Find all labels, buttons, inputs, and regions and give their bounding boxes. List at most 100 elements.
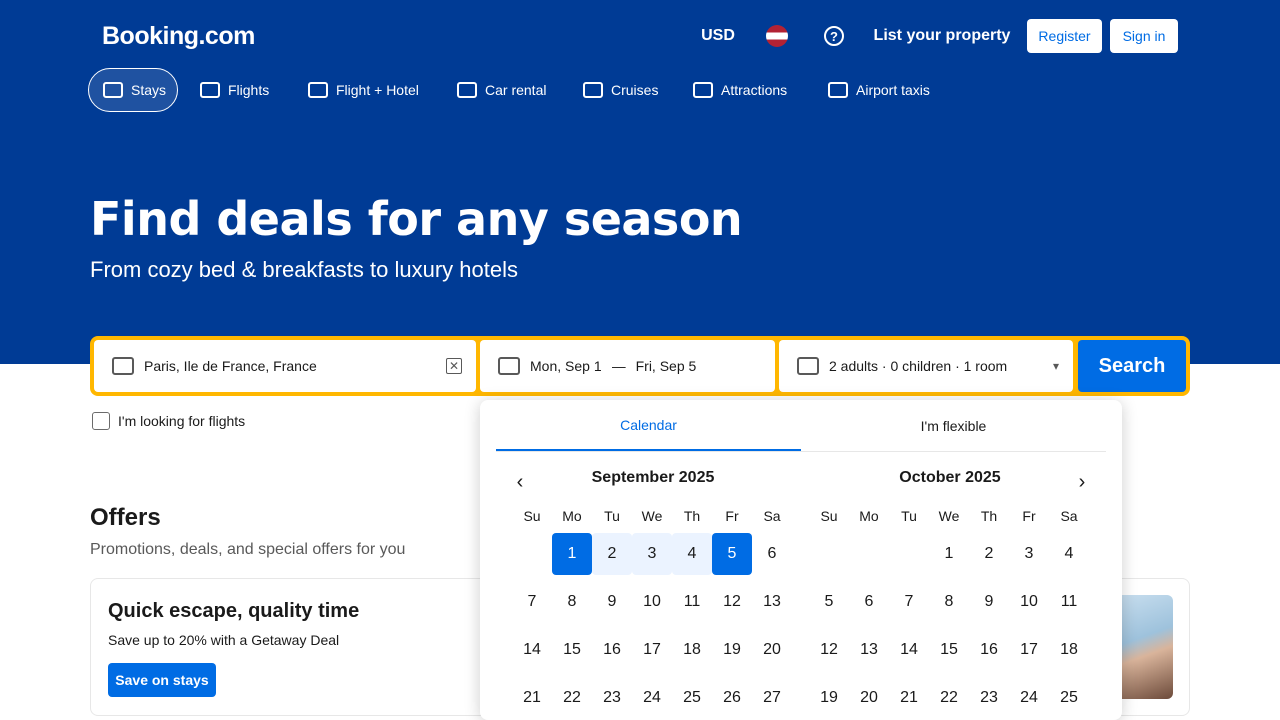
day-cell[interactable]: 22 [929, 677, 969, 719]
tab-flexible[interactable]: I'm flexible [801, 400, 1106, 451]
day-cell[interactable]: 21 [512, 677, 552, 719]
day-cell[interactable]: 1 [552, 533, 592, 575]
day-cell[interactable]: 7 [889, 581, 929, 623]
nav-car-rental[interactable]: Car rental [443, 68, 561, 112]
day-cell[interactable]: 3 [632, 533, 672, 575]
weekday-header: Su Mo Tu We Th Fr Sa [512, 508, 794, 524]
day-cell[interactable]: 13 [752, 581, 792, 623]
nav-cruises[interactable]: Cruises [569, 68, 671, 112]
tab-calendar[interactable]: Calendar [496, 400, 801, 451]
day-cell[interactable]: 22 [552, 677, 592, 719]
nav-airport-taxis[interactable]: Airport taxis [814, 68, 946, 112]
day-cell[interactable]: 14 [512, 629, 552, 671]
offers-subtitle: Promotions, deals, and special offers fo… [90, 541, 406, 558]
day-cell[interactable]: 5 [712, 533, 752, 575]
day-cell[interactable]: 15 [929, 629, 969, 671]
weekday-label: Su [820, 508, 838, 524]
day-cell[interactable]: 17 [632, 629, 672, 671]
clear-destination-icon[interactable]: ✕ [446, 358, 462, 374]
search-button-label: Search [1098, 354, 1166, 377]
day-cell[interactable]: 16 [592, 629, 632, 671]
day-cell[interactable]: 24 [632, 677, 672, 719]
day-cell[interactable]: 2 [592, 533, 632, 575]
weekday-label: Su [523, 508, 541, 524]
day-cell[interactable]: 19 [809, 677, 849, 719]
month-september: September 2025 Su Mo Tu We Th Fr Sa 1234567891… [512, 464, 794, 720]
day-cell[interactable]: 14 [889, 629, 929, 671]
day-cell[interactable]: 7 [512, 581, 552, 623]
register-button[interactable]: Register [1027, 19, 1102, 53]
day-cell[interactable]: 13 [849, 629, 889, 671]
destination-input[interactable]: Paris, Ile de France, France [144, 358, 317, 374]
nav-attractions[interactable]: Attractions [679, 68, 805, 112]
occupancy-field[interactable]: 2 adults · 0 children · 1 room ▾ [779, 340, 1073, 392]
day-cell[interactable]: 8 [552, 581, 592, 623]
flights-checkbox-row[interactable]: I'm looking for flights [92, 412, 245, 430]
dates-field[interactable]: Mon, Sep 1 — Fri, Sep 5 [480, 340, 775, 392]
flights-checkbox[interactable] [92, 412, 110, 430]
checkout-date[interactable]: Fri, Sep 5 [636, 358, 697, 374]
plane-icon [200, 82, 220, 98]
day-cell[interactable]: 9 [969, 581, 1009, 623]
search-button[interactable]: Search [1078, 340, 1186, 392]
day-cell[interactable]: 6 [752, 533, 792, 575]
sign-in-button[interactable]: Sign in [1110, 19, 1178, 53]
person-icon [797, 357, 819, 375]
empty-day-cell [889, 533, 929, 575]
day-cell[interactable]: 19 [712, 629, 752, 671]
nav-attractions-label: Attractions [721, 82, 788, 98]
day-cell[interactable]: 20 [849, 677, 889, 719]
day-cell[interactable]: 26 [712, 677, 752, 719]
day-cell[interactable]: 18 [1049, 629, 1089, 671]
day-cell[interactable]: 24 [1009, 677, 1049, 719]
day-cell[interactable]: 4 [672, 533, 712, 575]
day-cell[interactable]: 25 [1049, 677, 1089, 719]
day-cell[interactable]: 11 [672, 581, 712, 623]
currency-button[interactable]: USD [690, 12, 746, 60]
booking-logo[interactable]: Booking.com [102, 22, 255, 51]
day-cell[interactable]: 21 [889, 677, 929, 719]
day-cell[interactable]: 9 [592, 581, 632, 623]
day-cell[interactable]: 12 [809, 629, 849, 671]
list-property-button[interactable]: List your property [865, 12, 1019, 60]
day-cell[interactable]: 16 [969, 629, 1009, 671]
day-cell[interactable]: 12 [712, 581, 752, 623]
weekday-label: We [938, 508, 960, 524]
nav-flight-hotel[interactable]: Flight + Hotel [294, 68, 434, 112]
language-button[interactable] [753, 12, 801, 60]
day-cell[interactable]: 23 [592, 677, 632, 719]
destination-field[interactable]: Paris, Ile de France, France ✕ [94, 340, 476, 392]
day-cell[interactable]: 5 [809, 581, 849, 623]
weekday-label: We [641, 508, 663, 524]
day-cell[interactable]: 6 [849, 581, 889, 623]
month-october: October 2025 Su Mo Tu We Th Fr Sa 1 2 3 4 5 6 7 8 9 10 1… [809, 464, 1091, 720]
help-button[interactable]: ? [810, 12, 858, 60]
day-cell[interactable]: 11 [1049, 581, 1089, 623]
day-cell[interactable]: 15 [552, 629, 592, 671]
chevron-down-icon: ▾ [1052, 359, 1059, 373]
day-cell[interactable]: 4 [1049, 533, 1089, 575]
car-icon [457, 82, 477, 98]
header-banner: Booking.com USD ? List your property Reg… [0, 0, 1280, 364]
day-cell[interactable]: 10 [632, 581, 672, 623]
nav-flight-hotel-label: Flight + Hotel [336, 82, 419, 98]
day-cell[interactable]: 18 [672, 629, 712, 671]
nav-flights[interactable]: Flights [186, 68, 284, 112]
nav-stays-label: Stays [131, 82, 167, 98]
day-cell[interactable]: 25 [672, 677, 712, 719]
checkin-date[interactable]: Mon, Sep 1 [530, 358, 602, 374]
day-cell[interactable]: 1 [929, 533, 969, 575]
day-cell[interactable]: 20 [752, 629, 792, 671]
day-cell[interactable]: 10 [1009, 581, 1049, 623]
date-picker: Calendar I'm flexible ‹ › September 2025… [480, 400, 1122, 720]
day-cell[interactable]: 2 [969, 533, 1009, 575]
day-cell[interactable]: 17 [1009, 629, 1049, 671]
day-cell[interactable]: 8 [929, 581, 969, 623]
day-cell[interactable]: 23 [969, 677, 1009, 719]
nav-stays[interactable]: Stays [88, 68, 178, 112]
weekday-label: Mo [562, 508, 582, 524]
day-cell[interactable]: 3 [1009, 533, 1049, 575]
day-cell[interactable]: 27 [752, 677, 792, 719]
save-on-stays-button[interactable]: Save on stays [108, 663, 216, 697]
day-grid: 1 2 3 4 5 6 7 8 9 10 11 12 13 14 15 16 17 18 19 20 21 22 23 24 2… [512, 530, 794, 720]
